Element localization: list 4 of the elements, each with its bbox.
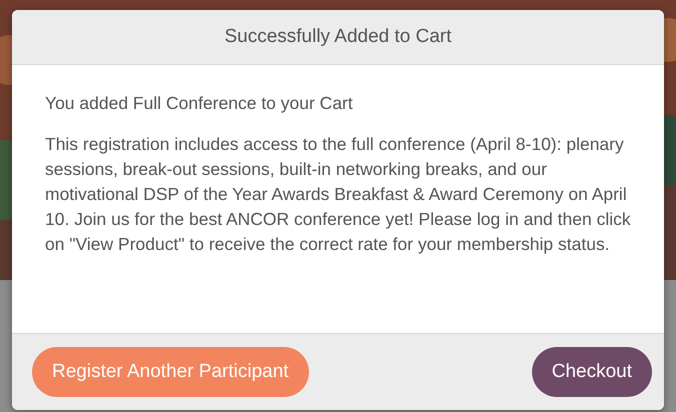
checkout-button[interactable]: Checkout (532, 347, 652, 397)
product-description: This registration includes access to the full conference (April 8-10): plenary sessions, break-out sessions, built-in networking breaks, and our motivational DSP of the Year Awards Breakfast & Award Ceremony on April 10. Join us for the best ANCOR conference yet! Please log in and then click on "View Product" to receive the correct rate for your membership status. (45, 133, 632, 256)
dialog-title: Successfully Added to Cart (12, 10, 664, 65)
confirmation-message: You added Full Conference to your Cart (45, 92, 354, 115)
